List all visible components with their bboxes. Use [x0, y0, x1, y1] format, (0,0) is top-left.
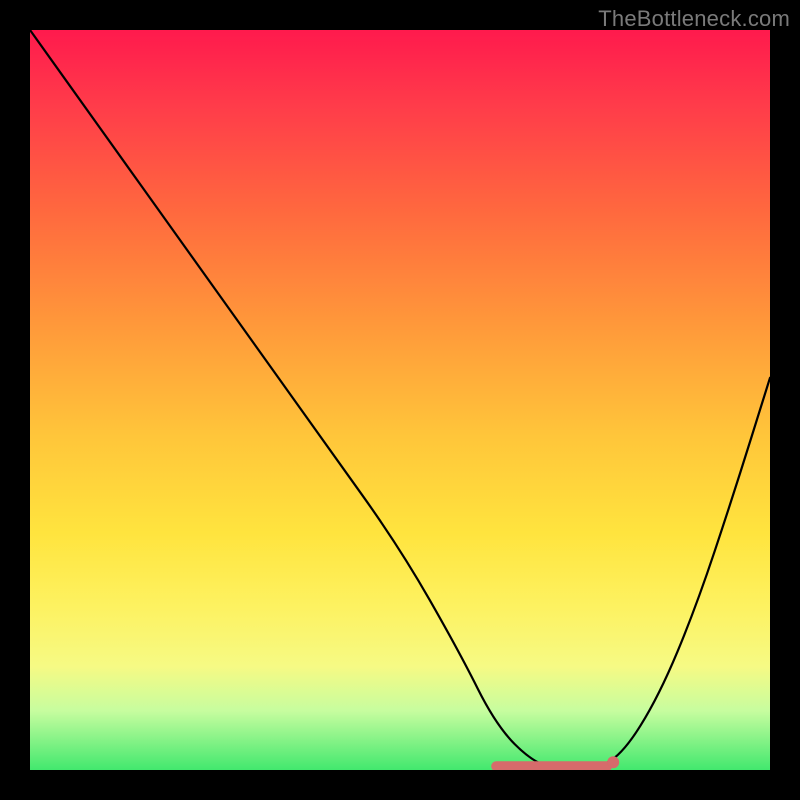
optimal-zone-end-dot: [607, 756, 619, 768]
bottleneck-curve: [30, 30, 770, 770]
watermark-text: TheBottleneck.com: [598, 6, 790, 32]
chart-frame: TheBottleneck.com: [0, 0, 800, 800]
plot-area: [30, 30, 770, 770]
curve-layer: [30, 30, 770, 770]
